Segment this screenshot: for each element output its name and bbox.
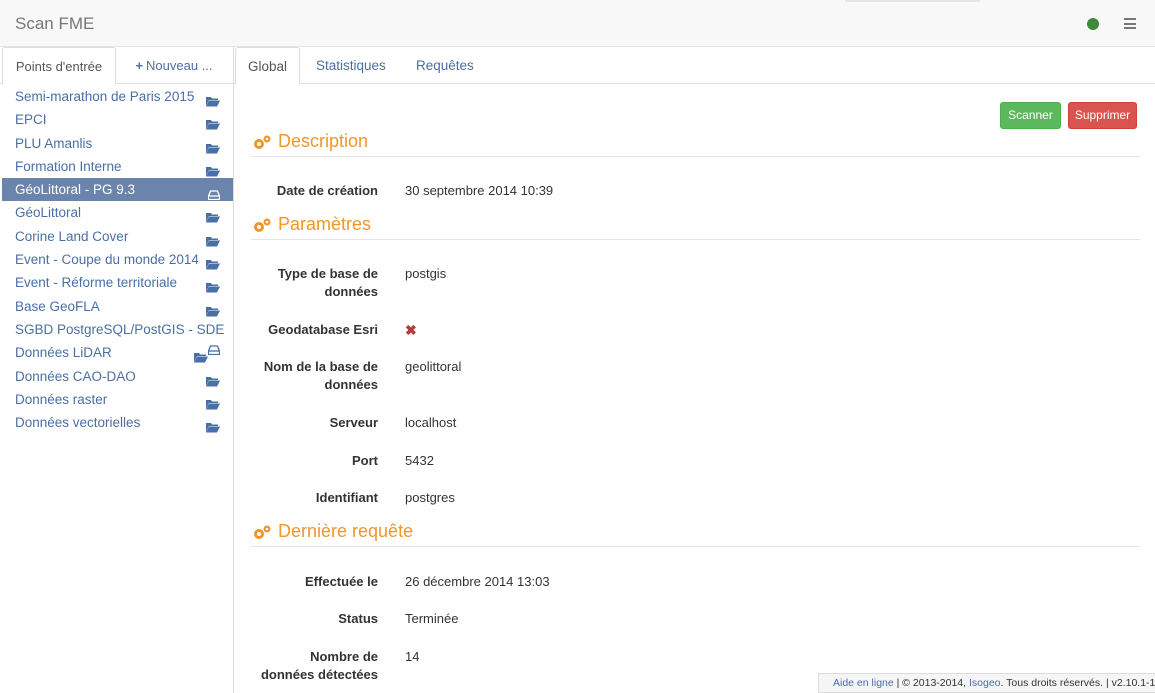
sidebar-entry-label: EPCI [15, 112, 47, 128]
sidebar-entry[interactable]: Corine Land Cover [0, 225, 233, 248]
company-link[interactable]: Isogeo [969, 677, 1001, 689]
sidebar-entry[interactable]: Données raster [0, 388, 233, 411]
section-last-request-heading: Dernière requête [251, 521, 1140, 547]
app-title[interactable]: Scan FME [15, 14, 94, 34]
sidebar-entry[interactable]: EPCI [0, 108, 233, 131]
sidebar-entry-label: Données raster [15, 391, 108, 407]
db-type-label-line2: données [324, 284, 378, 299]
db-name-label-line1: Nom de la base de [263, 359, 378, 374]
sidebar-entry[interactable]: Données vectorielles [0, 411, 233, 434]
db-name-value: geolittoral [405, 359, 462, 374]
sidebar-entry[interactable]: PLU Amanlis [0, 132, 233, 155]
sidebar-entry[interactable]: Données LiDAR [0, 341, 233, 364]
sidebar-entry[interactable]: Semi-marathon de Paris 2015 [0, 85, 233, 108]
count-value: 14 [405, 649, 420, 664]
sidebar-entry-label: Event - Réforme territoriale [15, 275, 178, 291]
remove-x-icon: ✖ [405, 322, 417, 338]
main-tabs: Global Statistiques Requêtes [234, 47, 1155, 85]
hamburger-menu-icon[interactable] [1124, 18, 1136, 29]
scan-button[interactable]: Scanner [1000, 102, 1061, 129]
status-value: Terminée [405, 611, 459, 626]
section-params-heading: Paramètres [251, 214, 1140, 240]
sidebar-entry-label: GéoLittoral - PG 9.3 [15, 182, 136, 198]
tab-requests[interactable]: Requêtes [416, 47, 474, 84]
esri-label: Geodatabase Esri [268, 322, 378, 337]
plus-icon: + [135, 58, 144, 73]
sidebar-entry-label: Formation Interne [15, 158, 122, 174]
sidebar-entry-label: Semi-marathon de Paris 2015 [15, 89, 195, 104]
db-type-value: postgis [405, 266, 447, 281]
footer-rights: . Tous droits réservés. | v2.10.1-1 [1000, 677, 1155, 689]
sidebar-tabs: Points d'entrée + Nouveau ... [0, 47, 234, 85]
created-label: Date de création [276, 183, 378, 198]
tab-new-label: Nouveau ... [146, 58, 213, 73]
sidebar-entry-label: Base GeoFLA [15, 298, 100, 314]
tab-entry-points[interactable]: Points d'entrée [2, 47, 116, 85]
sidebar-entry[interactable]: GéoLittoral - PG 9.3 [2, 178, 233, 202]
delete-button[interactable]: Supprimer [1068, 102, 1137, 129]
section-title: Description [278, 131, 369, 151]
done-label: Effectuée le [305, 574, 378, 589]
tab-new-entry-point[interactable]: + Nouveau ... [117, 47, 231, 84]
sidebar-entry[interactable]: Données CAO-DAO [0, 365, 233, 388]
tab-statistics[interactable]: Statistiques [316, 47, 386, 84]
sidebar-entry-label: Données LiDAR [15, 345, 112, 361]
sidebar-entry-label: Event - Coupe du monde 2014 [15, 252, 199, 268]
top-navbar: Scan FME [0, 0, 1155, 47]
gears-icon [251, 217, 273, 240]
db-type-label-line1: Type de base de [277, 266, 378, 281]
sidebar-entry[interactable]: Base GeoFLA [0, 295, 233, 318]
port-value: 5432 [405, 453, 434, 468]
help-link[interactable]: Aide en ligne [833, 677, 894, 689]
db-name-label-line2: données [324, 377, 378, 392]
top-strip [845, 0, 980, 2]
folder-open-icon [206, 417, 220, 440]
gears-icon [251, 134, 273, 157]
sidebar-entry[interactable]: GéoLittoral [0, 201, 233, 224]
count-label-line2: données détectées [260, 667, 378, 682]
server-label: Serveur [329, 415, 378, 430]
sidebar: Points d'entrée + Nouveau ... Semi-marath… [0, 47, 234, 693]
section-title: Paramètres [278, 214, 372, 234]
done-value: 26 décembre 2014 13:03 [405, 574, 550, 589]
entry-point-list: Semi-marathon de Paris 2015 EPCI PLU Amanl… [0, 85, 233, 434]
sidebar-entry-label: GéoLittoral [15, 205, 82, 221]
footer: Aide en ligne | © 2013-2014, Isogeo. Tou… [818, 673, 1155, 693]
sidebar-entry-label: SGBD PostgreSQL/PostGIS - SDE [15, 321, 225, 337]
status-label: Status [338, 611, 378, 626]
sidebar-entry[interactable]: Event - Réforme territoriale [0, 271, 233, 294]
sidebar-entry[interactable]: SGBD PostgreSQL/PostGIS - SDE [0, 318, 233, 341]
sidebar-entry[interactable]: Formation Interne [0, 155, 233, 178]
sidebar-entry-label: PLU Amanlis [15, 135, 93, 151]
section-description-heading: Description [251, 131, 1140, 157]
section-title: Dernière requête [278, 521, 414, 541]
sidebar-entry[interactable]: Event - Coupe du monde 2014 [0, 248, 233, 271]
gears-icon [251, 524, 273, 547]
folder-database-icon [194, 339, 221, 363]
sidebar-entry-label: Données vectorielles [15, 415, 141, 431]
user-label: Identifiant [315, 490, 378, 505]
status-indicator-icon [1087, 18, 1099, 30]
footer-copyright: | © 2013-2014, [893, 677, 969, 689]
created-value: 30 septembre 2014 10:39 [405, 183, 554, 198]
port-label: Port [352, 453, 378, 468]
tab-global[interactable]: Global [235, 47, 300, 85]
server-value: localhost [405, 415, 457, 430]
sidebar-entry-label: Données CAO-DAO [15, 368, 136, 384]
count-label-line1: Nombre de [310, 649, 378, 664]
sidebar-entry-label: Corine Land Cover [15, 228, 129, 244]
user-value: postgres [405, 490, 455, 505]
